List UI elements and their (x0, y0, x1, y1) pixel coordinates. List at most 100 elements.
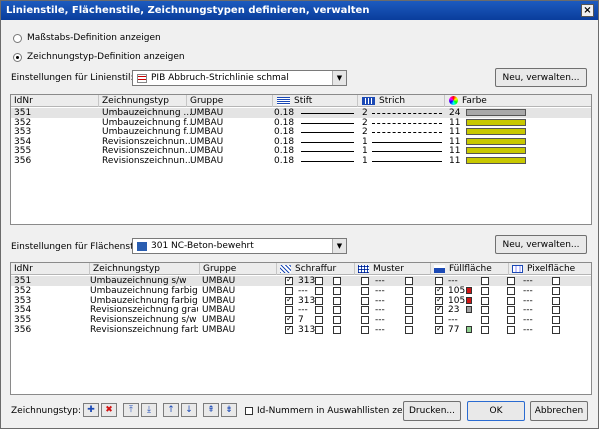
schraffur-checkbox[interactable] (285, 275, 293, 285)
ok-button[interactable]: OK (467, 401, 525, 421)
delete-button[interactable]: ✖ (101, 403, 117, 417)
pixelflaeche-extra-checkbox[interactable] (552, 277, 560, 285)
fuellflaeche-extra-checkbox[interactable] (481, 316, 489, 325)
col-area-gruppe[interactable]: Gruppe (200, 263, 277, 275)
fuellflaeche-extra-checkbox[interactable] (481, 286, 489, 295)
schraffur-checkbox[interactable] (285, 286, 293, 295)
print-button[interactable]: Drucken... (403, 401, 461, 421)
flaechenstil-select[interactable]: 301 NC-Beton-bewehrt ▼ (132, 238, 347, 254)
muster-extra-checkbox[interactable] (405, 286, 413, 295)
export-button[interactable]: ⇟ (221, 403, 237, 417)
muster-checkbox[interactable] (361, 326, 369, 334)
schraffur-extra-checkbox[interactable] (333, 306, 341, 315)
col-strich[interactable]: Strich (358, 95, 445, 107)
col-area-zeichnungstyp[interactable]: Zeichnungstyp (90, 263, 200, 275)
pixelflaeche-extra-checkbox[interactable] (552, 316, 560, 325)
pixelflaeche-extra-checkbox[interactable] (552, 326, 560, 334)
pixelflaeche-checkbox[interactable] (507, 316, 515, 325)
muster-checkbox[interactable] (361, 316, 369, 325)
col-zeichnungstyp[interactable]: Zeichnungstyp (99, 95, 187, 107)
line-table-row[interactable]: 353 Umbauzeichnung f... UMBAU 0.18 2 11 (11, 127, 591, 137)
fuellflaeche-checkbox[interactable] (435, 324, 443, 334)
fuellflaeche-extra-checkbox[interactable] (481, 326, 489, 334)
linienstil-select[interactable]: PIB Abbruch-Strichlinie schmal ▼ (132, 70, 347, 86)
fuellflaeche-checkbox[interactable] (435, 316, 443, 325)
col-pixelflaeche[interactable]: Pixelfläche (509, 263, 591, 275)
move-bottom-button[interactable]: ⤓ (141, 403, 157, 417)
fuellflaeche-checkbox[interactable] (435, 295, 443, 305)
schraffur-flag-checkbox[interactable] (315, 277, 323, 285)
muster-extra-checkbox[interactable] (405, 306, 413, 315)
linienstil-neu-button[interactable]: Neu, verwalten... (495, 68, 587, 87)
line-table-row[interactable]: 352 Umbauzeichnung f... UMBAU 0.18 2 11 (11, 118, 591, 128)
schraffur-extra-checkbox[interactable] (333, 316, 341, 325)
id-numbers-option[interactable]: Id-Nummern in Auswahllisten zeigen (245, 406, 422, 416)
line-table-row[interactable]: 356 Revisionszeichnun... UMBAU 0.18 1 11 (11, 156, 591, 166)
schraffur-flag-checkbox[interactable] (315, 306, 323, 315)
pixelflaeche-checkbox[interactable] (507, 326, 515, 334)
col-schraffur[interactable]: Schraffur (277, 263, 355, 275)
area-table-row[interactable]: 353 Umbauzeichnung farbig / ... UMBAU 313 --… (11, 295, 591, 306)
pixelflaeche-extra-checkbox[interactable] (552, 286, 560, 295)
col-fuellflaeche[interactable]: Füllfläche (431, 263, 509, 275)
col-muster[interactable]: Muster (355, 263, 431, 275)
move-down-button[interactable]: ↓ (181, 403, 197, 417)
schraffur-extra-checkbox[interactable] (333, 326, 341, 334)
col-stift[interactable]: Stift (273, 95, 358, 107)
pixelflaeche-checkbox[interactable] (507, 286, 515, 295)
import-button[interactable]: ⇞ (203, 403, 219, 417)
muster-checkbox[interactable] (361, 306, 369, 315)
pixelflaeche-checkbox[interactable] (507, 296, 515, 305)
schraffur-flag-checkbox[interactable] (315, 326, 323, 334)
line-style-table[interactable]: IdNr Zeichnungstyp Gruppe Stift Strich F… (10, 94, 592, 225)
move-top-button[interactable]: ⤒ (123, 403, 139, 417)
chevron-down-icon[interactable]: ▼ (332, 71, 346, 85)
muster-checkbox[interactable] (361, 277, 369, 285)
id-numbers-checkbox[interactable] (245, 407, 253, 415)
close-button[interactable]: × (581, 4, 594, 17)
pixelflaeche-checkbox[interactable] (507, 306, 515, 315)
muster-extra-checkbox[interactable] (405, 316, 413, 325)
fuellflaeche-checkbox[interactable] (435, 277, 443, 285)
cancel-button[interactable]: Abbrechen (530, 401, 588, 421)
area-table-row[interactable]: 356 Revisionszeichnung farbig UMBAU 313 --- 7… (11, 324, 591, 335)
col-farbe[interactable]: Farbe (445, 95, 591, 107)
muster-checkbox[interactable] (361, 296, 369, 305)
fuellflaeche-extra-checkbox[interactable] (481, 277, 489, 285)
radio-massstab[interactable]: Maßstabs-Definition anzeigen (13, 32, 161, 44)
pixelflaeche-extra-checkbox[interactable] (552, 306, 560, 315)
col-gruppe[interactable]: Gruppe (187, 95, 273, 107)
schraffur-flag-checkbox[interactable] (315, 296, 323, 305)
col-area-idnr[interactable]: IdNr (11, 263, 90, 275)
add-button[interactable]: ✚ (83, 403, 99, 417)
line-table-row[interactable]: 354 Revisionszeichnun... UMBAU 0.18 1 11 (11, 137, 591, 147)
line-table-row[interactable]: 355 Revisionszeichnun... UMBAU 0.18 1 11 (11, 146, 591, 156)
schraffur-extra-checkbox[interactable] (333, 277, 341, 285)
line-table-row[interactable]: 351 Umbauzeichnung ... UMBAU 0.18 2 24 (11, 108, 591, 118)
schraffur-checkbox[interactable] (285, 314, 293, 325)
chevron-down-icon[interactable]: ▼ (332, 239, 346, 253)
area-table-row[interactable]: 351 Umbauzeichnung s/w UMBAU 313 --- --- --- (11, 275, 591, 286)
muster-checkbox[interactable] (361, 286, 369, 295)
muster-extra-checkbox[interactable] (405, 296, 413, 305)
move-up-button[interactable]: ↑ (163, 403, 179, 417)
schraffur-checkbox[interactable] (285, 324, 293, 334)
flaechenstil-neu-button[interactable]: Neu, verwalten... (495, 235, 587, 254)
schraffur-checkbox[interactable] (285, 295, 293, 305)
col-idnr[interactable]: IdNr (11, 95, 99, 107)
area-table-row[interactable]: 355 Revisionszeichnung s/w UMBAU 7 --- --- --- (11, 314, 591, 325)
area-table-row[interactable]: 352 Umbauzeichnung farbig UMBAU --- --- 105 --… (11, 285, 591, 296)
muster-extra-checkbox[interactable] (405, 326, 413, 334)
radio-massstab-dot[interactable] (13, 33, 22, 43)
muster-extra-checkbox[interactable] (405, 277, 413, 285)
fuellflaeche-checkbox[interactable] (435, 304, 443, 315)
area-table-row[interactable]: 354 Revisionszeichnung grau UMBAU --- --- 23 -… (11, 304, 591, 315)
schraffur-extra-checkbox[interactable] (333, 296, 341, 305)
fuellflaeche-checkbox[interactable] (435, 285, 443, 295)
schraffur-flag-checkbox[interactable] (315, 286, 323, 295)
radio-zeichnungstyp-dot[interactable] (13, 52, 22, 62)
pixelflaeche-checkbox[interactable] (507, 277, 515, 285)
fuellflaeche-extra-checkbox[interactable] (481, 306, 489, 315)
fuellflaeche-extra-checkbox[interactable] (481, 296, 489, 305)
schraffur-checkbox[interactable] (285, 306, 293, 315)
